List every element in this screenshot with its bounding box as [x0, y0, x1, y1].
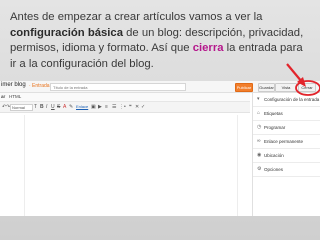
sidebar-item-label: Etiquetas	[264, 111, 283, 116]
font-size-icon[interactable]: T	[34, 104, 37, 110]
jump-break-icon[interactable]: ≡	[105, 104, 108, 110]
gear-icon: ⚙	[257, 166, 262, 172]
align-icon[interactable]: ☰	[112, 104, 116, 110]
quote-icon[interactable]: ❝	[129, 104, 132, 110]
text-color-icon[interactable]: A	[63, 104, 66, 110]
caption-text-1: Antes de empezar a crear artículos vamos…	[10, 11, 263, 23]
spellcheck-icon[interactable]: ✓	[141, 104, 145, 110]
location-icon: ◉	[257, 152, 262, 158]
blog-name[interactable]: imer blog	[1, 82, 26, 88]
bullet-list-icon[interactable]: •	[124, 104, 126, 110]
close-button[interactable]: Cerrar	[298, 83, 316, 92]
save-button[interactable]: Guardar	[258, 83, 275, 92]
instruction-caption: Antes de empezar a crear artículos vamos…	[10, 10, 310, 72]
post-body-editor[interactable]	[4, 115, 246, 216]
sidebar-header-label: Configuración de la entrada	[264, 97, 320, 102]
tab-html[interactable]: HTML	[9, 94, 21, 99]
link-button[interactable]: Enlace	[76, 104, 88, 110]
clear-format-icon[interactable]: ✕	[135, 104, 139, 110]
bold-button[interactable]: B	[40, 104, 44, 110]
sidebar-item-permalink[interactable]: ∞ Enlace permanente	[253, 135, 320, 149]
editor-topbar: imer blog · Entrada · Publicar Guardar V…	[0, 81, 320, 97]
link-icon: ∞	[257, 138, 261, 144]
sidebar-item-schedule[interactable]: ◷ Programar	[253, 121, 320, 135]
format-toolbar: ↶ ↷ Normal T B I U S A ✎ Enlace ▣ ▶ ≡ ☰ …	[0, 102, 250, 113]
sidebar-item-label: Programar	[264, 125, 286, 130]
image-icon[interactable]: ▣	[91, 104, 96, 110]
highlight-icon[interactable]: ✎	[69, 104, 73, 110]
chevron-down-icon: ▾	[257, 96, 260, 102]
sidebar-item-label: Ubicación	[264, 153, 284, 158]
sidebar-item-location[interactable]: ◉ Ubicación	[253, 149, 320, 163]
sidebar-header[interactable]: ▾ Configuración de la entrada	[253, 93, 320, 107]
italic-button[interactable]: I	[46, 104, 47, 110]
post-settings-sidebar: ▾ Configuración de la entrada ⌂ Etiqueta…	[252, 93, 320, 216]
editor-frame	[24, 115, 238, 216]
caption-bold: configuración básica	[10, 26, 123, 39]
font-select[interactable]: Normal	[10, 104, 33, 111]
video-icon[interactable]: ▶	[98, 104, 102, 110]
sidebar-item-label: Enlace permanente	[264, 139, 304, 144]
clock-icon: ◷	[257, 124, 262, 130]
tab-compose[interactable]: ar	[1, 94, 5, 99]
underline-button[interactable]: U	[51, 104, 55, 110]
preview-button[interactable]: Vista previa	[275, 83, 297, 97]
sidebar-item-options[interactable]: ⚙ Opciones	[253, 163, 320, 177]
post-title-input[interactable]	[50, 83, 186, 91]
publish-button[interactable]: Publicar	[235, 83, 253, 92]
mode-tabs: ar HTML	[0, 93, 250, 102]
tag-icon: ⌂	[257, 110, 261, 116]
sidebar-item-labels[interactable]: ⌂ Etiquetas	[253, 107, 320, 121]
blogger-editor-screenshot: imer blog · Entrada · Publicar Guardar V…	[0, 81, 320, 216]
sidebar-item-label: Opciones	[264, 167, 284, 172]
caption-highlight: cierra	[192, 42, 224, 54]
strike-button[interactable]: S	[57, 104, 60, 110]
